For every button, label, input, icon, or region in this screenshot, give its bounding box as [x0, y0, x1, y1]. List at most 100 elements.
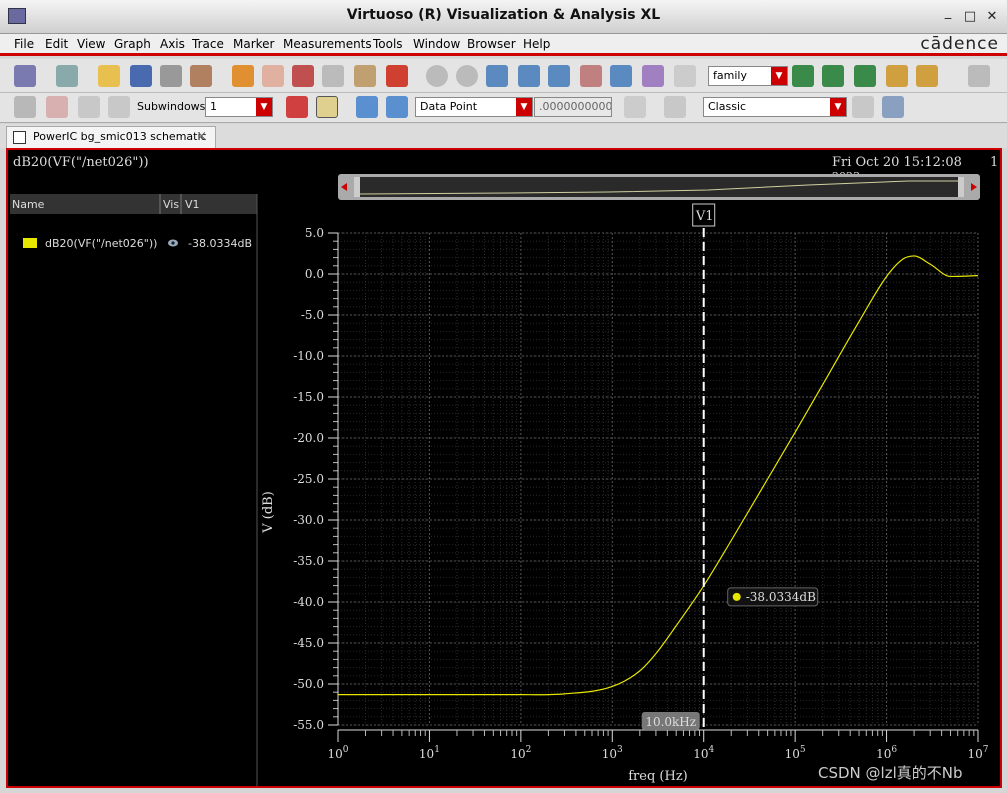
- trace-line[interactable]: [338, 255, 979, 696]
- maximize-button[interactable]: □: [962, 9, 978, 24]
- menu-view[interactable]: View: [77, 37, 105, 51]
- subwindows-select[interactable]: 1 ▼: [205, 97, 273, 117]
- flag-icon[interactable]: [286, 96, 308, 118]
- main-toolbar: family ▼: [0, 59, 1007, 93]
- x-tick-label: 104: [693, 745, 714, 761]
- y-tick-label: -10.0: [293, 349, 324, 363]
- stack-icon[interactable]: [854, 65, 876, 87]
- undo-icon[interactable]: [232, 65, 254, 87]
- horizontal-split-icon[interactable]: [78, 96, 100, 118]
- menu-axis[interactable]: Axis: [160, 37, 185, 51]
- window-title: Virtuoso (R) Visualization & Analysis XL: [346, 7, 661, 23]
- subwindow-settings-icon[interactable]: [916, 65, 938, 87]
- redo-icon[interactable]: [262, 65, 284, 87]
- paste-icon[interactable]: [354, 65, 376, 87]
- tab-close-icon[interactable]: ×: [196, 129, 207, 144]
- add-subwindow-icon[interactable]: [886, 65, 908, 87]
- next-arrow-icon[interactable]: [386, 96, 408, 118]
- magnifier-icon[interactable]: [674, 65, 696, 87]
- fit-icon[interactable]: [610, 65, 632, 87]
- menu-help[interactable]: Help: [523, 37, 550, 51]
- family-select[interactable]: family ▼: [708, 66, 788, 86]
- menu-graph[interactable]: Graph: [114, 37, 151, 51]
- y-tick-label: -50.0: [293, 677, 324, 691]
- grid-layout-icon[interactable]: [968, 65, 990, 87]
- graph-window[interactable]: dB20(VF("/net026")) Fri Oct 20 15:12:08 …: [6, 148, 1002, 788]
- marker-point[interactable]: [732, 592, 741, 601]
- chevron-down-icon: ▼: [516, 98, 532, 116]
- new-window-icon[interactable]: [14, 65, 36, 87]
- x-axis: 100 101 102 103 104 105 106 107: [327, 729, 989, 761]
- menu-browser[interactable]: Browser: [467, 37, 516, 51]
- cards-icon[interactable]: [46, 96, 68, 118]
- marker-type-select[interactable]: Data Point ▼: [415, 97, 533, 117]
- zoom-x-icon[interactable]: [580, 65, 602, 87]
- y-tick-label: 0.0: [305, 267, 324, 281]
- split-icon[interactable]: [792, 65, 814, 87]
- minimize-button[interactable]: _: [940, 5, 956, 20]
- y-axis: 5.0 0.0 -5.0 -10.0 -15.0 -20.0 -25.0 -30.0 -35.0…: [293, 226, 339, 732]
- print-icon[interactable]: [160, 65, 182, 87]
- menu-edit[interactable]: Edit: [45, 37, 68, 51]
- close-button[interactable]: ✕: [984, 9, 1000, 24]
- print-preview-icon[interactable]: [190, 65, 212, 87]
- timestamp: Fri Oct 20 15:12:08: [832, 155, 962, 170]
- subwindow-number: 1: [990, 155, 998, 170]
- overview-scroller[interactable]: [338, 174, 980, 200]
- delete-icon[interactable]: [386, 65, 408, 87]
- scroller-left-handle[interactable]: [354, 177, 360, 197]
- tab-schematic[interactable]: PowerIC bg_smic013 schematic ×: [6, 126, 216, 148]
- trace-color-swatch[interactable]: [23, 238, 37, 248]
- table-icon[interactable]: [852, 96, 874, 118]
- menu-measurements[interactable]: Measurements: [283, 37, 372, 51]
- zoom-out-icon[interactable]: [548, 65, 570, 87]
- zoom-y-icon[interactable]: [642, 65, 664, 87]
- save-icon[interactable]: [130, 65, 152, 87]
- scroller-right-handle[interactable]: [958, 177, 964, 197]
- menu-marker[interactable]: Marker: [233, 37, 274, 51]
- wand-icon[interactable]: [14, 96, 36, 118]
- zoom-in-icon[interactable]: [518, 65, 540, 87]
- x-tick-label: 102: [510, 745, 531, 761]
- back-icon[interactable]: [426, 65, 448, 87]
- x-tick-label: 103: [602, 745, 623, 761]
- info-icon[interactable]: [316, 96, 338, 118]
- y-tick-label: -55.0: [293, 718, 324, 732]
- legend-header-name: Name: [12, 198, 45, 211]
- cadence-logo: cādence: [920, 34, 999, 54]
- strip-icon[interactable]: [822, 65, 844, 87]
- calculator-icon[interactable]: [664, 96, 686, 118]
- secondary-toolbar: Subwindows: 1 ▼ Data Point ▼ .0000000000k …: [0, 93, 1007, 123]
- settings-icon[interactable]: [882, 96, 904, 118]
- style-select[interactable]: Classic ▼: [703, 97, 847, 117]
- y-tick-label: -5.0: [301, 308, 324, 322]
- tab-label: PowerIC bg_smic013 schematic: [33, 130, 207, 143]
- vertical-split-icon[interactable]: [108, 96, 130, 118]
- legend-header-v1: V1: [185, 198, 200, 211]
- histogram-icon[interactable]: [624, 96, 646, 118]
- marker-value-label: -38.0334dB: [746, 590, 816, 604]
- x-axis-label: freq (Hz): [628, 769, 688, 784]
- y-tick-label: -40.0: [293, 595, 324, 609]
- chevron-down-icon: ▼: [256, 98, 272, 116]
- title-bar: Virtuoso (R) Visualization & Analysis XL…: [0, 0, 1007, 34]
- marker-name: V1: [695, 209, 714, 224]
- copy-icon[interactable]: [322, 65, 344, 87]
- cut-icon[interactable]: [292, 65, 314, 87]
- zoom-icon[interactable]: [486, 65, 508, 87]
- chevron-down-icon: ▼: [771, 67, 787, 85]
- menu-file[interactable]: File: [14, 37, 34, 51]
- menu-window[interactable]: Window: [413, 37, 460, 51]
- new-subwindow-icon[interactable]: [56, 65, 78, 87]
- y-axis-label: V (dB): [261, 491, 276, 534]
- forward-icon[interactable]: [456, 65, 478, 87]
- x-tick-label: 106: [876, 745, 897, 761]
- prev-arrow-icon[interactable]: [356, 96, 378, 118]
- legend-trace-name[interactable]: dB20(VF("/net026")): [45, 237, 157, 250]
- open-folder-icon[interactable]: [98, 65, 120, 87]
- marker-value-field[interactable]: .0000000000k: [534, 97, 612, 117]
- menu-tools[interactable]: Tools: [373, 37, 403, 51]
- y-tick-label: -30.0: [293, 513, 324, 527]
- menu-trace[interactable]: Trace: [192, 37, 224, 51]
- legend-trace-value: -38.0334dB: [188, 237, 252, 250]
